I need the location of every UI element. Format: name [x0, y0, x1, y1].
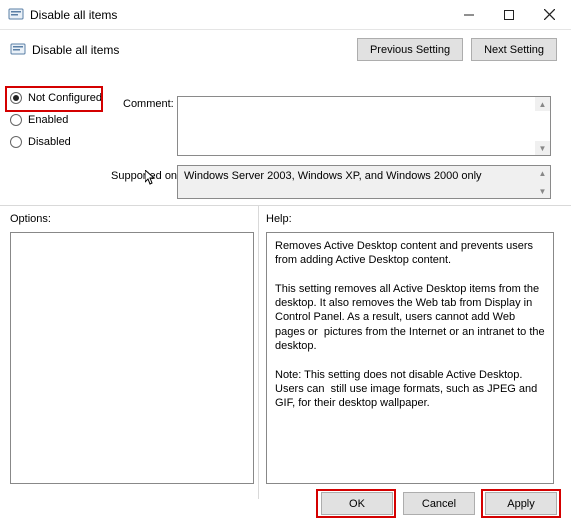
options-panel [10, 232, 254, 484]
comment-scroll-up-icon[interactable]: ▲ [535, 97, 550, 111]
maximize-button[interactable] [489, 1, 529, 29]
comment-field-wrap: ▲ ▼ [177, 96, 551, 156]
setting-name: Disable all items [32, 43, 357, 57]
help-label: Help: [266, 213, 292, 225]
apply-button[interactable]: Apply [485, 492, 557, 515]
vertical-divider [258, 205, 259, 499]
window-titlebar: Disable all items [0, 0, 571, 30]
comment-scroll-down-icon[interactable]: ▼ [535, 141, 550, 155]
ok-button[interactable]: OK [321, 492, 393, 515]
supported-scroll-down-icon[interactable]: ▼ [535, 184, 550, 198]
horizontal-divider [0, 205, 571, 206]
minimize-button[interactable] [449, 1, 489, 29]
supported-on-value: Windows Server 2003, Windows XP, and Win… [184, 170, 533, 194]
radio-indicator [10, 114, 22, 126]
radio-enabled[interactable]: Enabled [10, 114, 160, 126]
cancel-button[interactable]: Cancel [403, 492, 475, 515]
radio-indicator [10, 136, 22, 148]
comment-value [181, 98, 533, 154]
radio-indicator [10, 92, 22, 104]
previous-setting-button[interactable]: Previous Setting [357, 38, 463, 61]
subtitle-row: Disable all items Previous Setting Next … [10, 36, 561, 65]
window-title: Disable all items [30, 8, 449, 22]
comment-field[interactable] [177, 96, 551, 156]
radio-label: Not Configured [28, 92, 102, 104]
close-button[interactable] [529, 1, 569, 29]
content-area: Disable all items Previous Setting Next … [0, 30, 571, 525]
options-label: Options: [10, 213, 51, 225]
radio-label: Enabled [28, 114, 68, 126]
supported-scroll-up-icon[interactable]: ▲ [535, 166, 550, 180]
radio-disabled[interactable]: Disabled [10, 136, 160, 148]
supported-on-field-wrap: Windows Server 2003, Windows XP, and Win… [177, 165, 551, 199]
setting-icon [10, 42, 26, 58]
dialog-button-row: OK Cancel Apply [321, 492, 557, 515]
next-setting-button[interactable]: Next Setting [471, 38, 557, 61]
comment-label: Comment: [123, 98, 174, 110]
supported-on-field: Windows Server 2003, Windows XP, and Win… [177, 165, 551, 199]
help-panel: Removes Active Desktop content and preve… [266, 232, 554, 484]
supported-on-label: Supported on: [111, 170, 180, 182]
gpo-icon [8, 7, 24, 23]
radio-label: Disabled [28, 136, 71, 148]
